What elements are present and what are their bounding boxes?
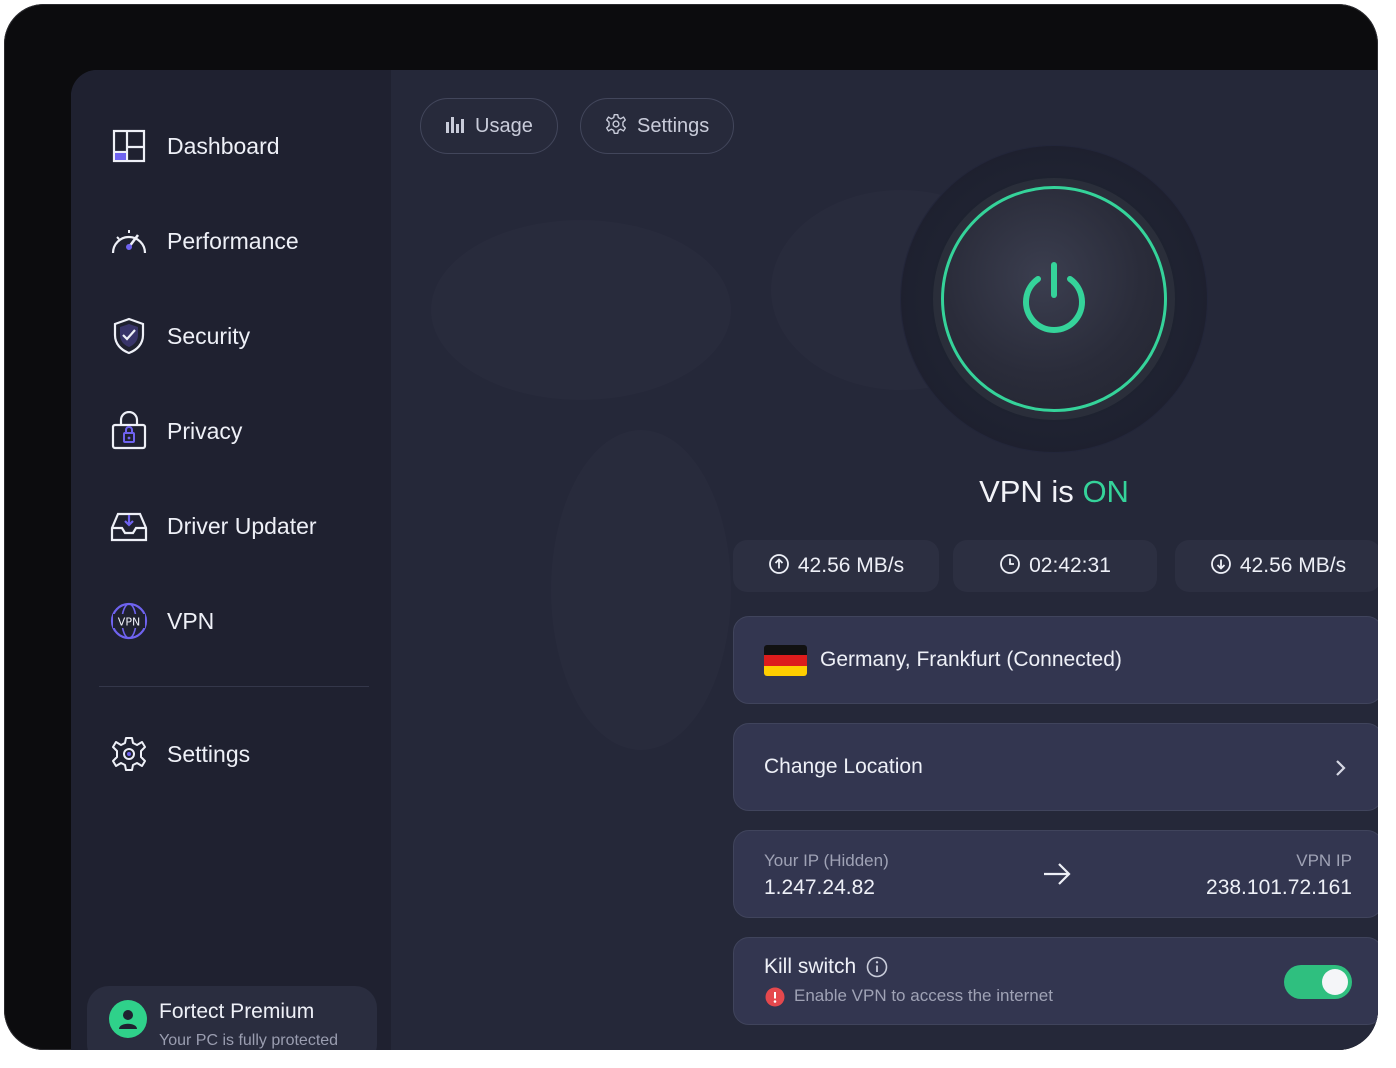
warning-icon (765, 987, 785, 1012)
kill-switch-note: Enable VPN to access the internet (794, 986, 1053, 1005)
clock-icon (999, 553, 1021, 580)
gear-icon (109, 734, 149, 774)
germany-flag-icon (764, 645, 807, 676)
your-ip-label: Your IP (Hidden) (764, 851, 889, 870)
sidebar-item-performance[interactable]: Performance (109, 219, 299, 263)
vpn-ip-label: VPN IP (1296, 851, 1352, 870)
svg-text:VPN: VPN (118, 616, 140, 629)
power-button[interactable] (941, 186, 1167, 412)
sidebar-settings-label: Settings (167, 740, 251, 767)
power-icon (1012, 255, 1096, 344)
sidebar-item-label: Privacy (167, 417, 243, 444)
sidebar-item-vpn[interactable]: VPN VPN (109, 599, 214, 643)
kill-switch-label: Kill switch (764, 955, 857, 978)
tab-usage-label: Usage (475, 114, 533, 137)
upload-arrow-icon (768, 553, 790, 580)
map-shape (551, 430, 731, 750)
sidebar-item-label: Driver Updater (167, 512, 317, 539)
upload-speed-value: 42.56 MB/s (797, 554, 905, 577)
tab-settings-label: Settings (637, 114, 710, 137)
device-frame: Dashboard Performance Security Privacy D… (4, 4, 1378, 1050)
current-location-card: Germany, Frankfurt (Connected) (733, 616, 1378, 704)
sidebar-item-settings[interactable]: Settings (109, 732, 250, 776)
vpn-status-value: ON (1082, 474, 1129, 509)
lock-bag-icon (109, 411, 149, 451)
your-ip-value: 1.247.24.82 (764, 876, 875, 899)
change-location-button[interactable]: Change Location (733, 723, 1378, 811)
download-speed-value: 42.56 MB/s (1239, 554, 1347, 577)
sidebar-item-label: Dashboard (167, 132, 280, 159)
sidebar-divider (99, 686, 369, 687)
ip-card: Your IP (Hidden) 1.247.24.82 VPN IP 238.… (733, 830, 1378, 918)
arrow-right-icon (1042, 861, 1072, 892)
download-speed: 42.56 MB/s (1175, 540, 1378, 592)
download-arrow-icon (1210, 553, 1232, 580)
location-text: Germany, Frankfurt (Connected) (820, 648, 1122, 671)
sidebar-item-label: Security (167, 322, 251, 349)
map-shape (431, 220, 731, 400)
premium-title: Fortect Premium (159, 1000, 315, 1023)
bar-chart-icon (445, 114, 465, 139)
app-window: Dashboard Performance Security Privacy D… (71, 70, 1378, 1050)
vpn-ip-value: 238.101.72.161 (1206, 876, 1352, 899)
kill-switch-card: Kill switch Enable VPN to access the int… (733, 937, 1378, 1025)
change-location-label: Change Location (764, 755, 923, 778)
sidebar-item-label: Performance (167, 227, 299, 254)
chevron-right-icon (1334, 758, 1348, 783)
info-icon[interactable] (866, 956, 888, 983)
power-button-housing (901, 146, 1207, 452)
premium-card[interactable]: Fortect Premium Your PC is fully protect… (87, 986, 377, 1050)
sidebar-item-security[interactable]: Security (109, 314, 250, 358)
connection-duration: 02:42:31 (953, 540, 1157, 592)
vpn-status: VPN is ON (901, 474, 1207, 510)
avatar (109, 1000, 147, 1038)
upload-speed: 42.56 MB/s (733, 540, 939, 592)
duration-value: 02:42:31 (1029, 554, 1111, 577)
premium-subtitle: Your PC is fully protected (159, 1032, 339, 1049)
dashboard-icon (109, 126, 149, 166)
vpn-status-prefix: VPN is (979, 474, 1074, 509)
sidebar-item-label: VPN (167, 607, 215, 634)
sidebar-item-dashboard[interactable]: Dashboard (109, 124, 280, 168)
toggle-knob (1322, 969, 1348, 995)
shield-icon (109, 316, 149, 356)
kill-switch-toggle[interactable] (1284, 965, 1352, 999)
gear-icon (605, 113, 627, 140)
sidebar-item-driver-updater[interactable]: Driver Updater (109, 504, 317, 548)
driver-download-icon (109, 506, 149, 546)
tab-usage[interactable]: Usage (420, 98, 558, 154)
speedometer-icon (109, 221, 149, 261)
sidebar: Dashboard Performance Security Privacy D… (71, 70, 391, 1050)
vpn-globe-icon: VPN (109, 601, 149, 641)
tab-settings[interactable]: Settings (580, 98, 735, 154)
sidebar-item-privacy[interactable]: Privacy (109, 409, 242, 453)
